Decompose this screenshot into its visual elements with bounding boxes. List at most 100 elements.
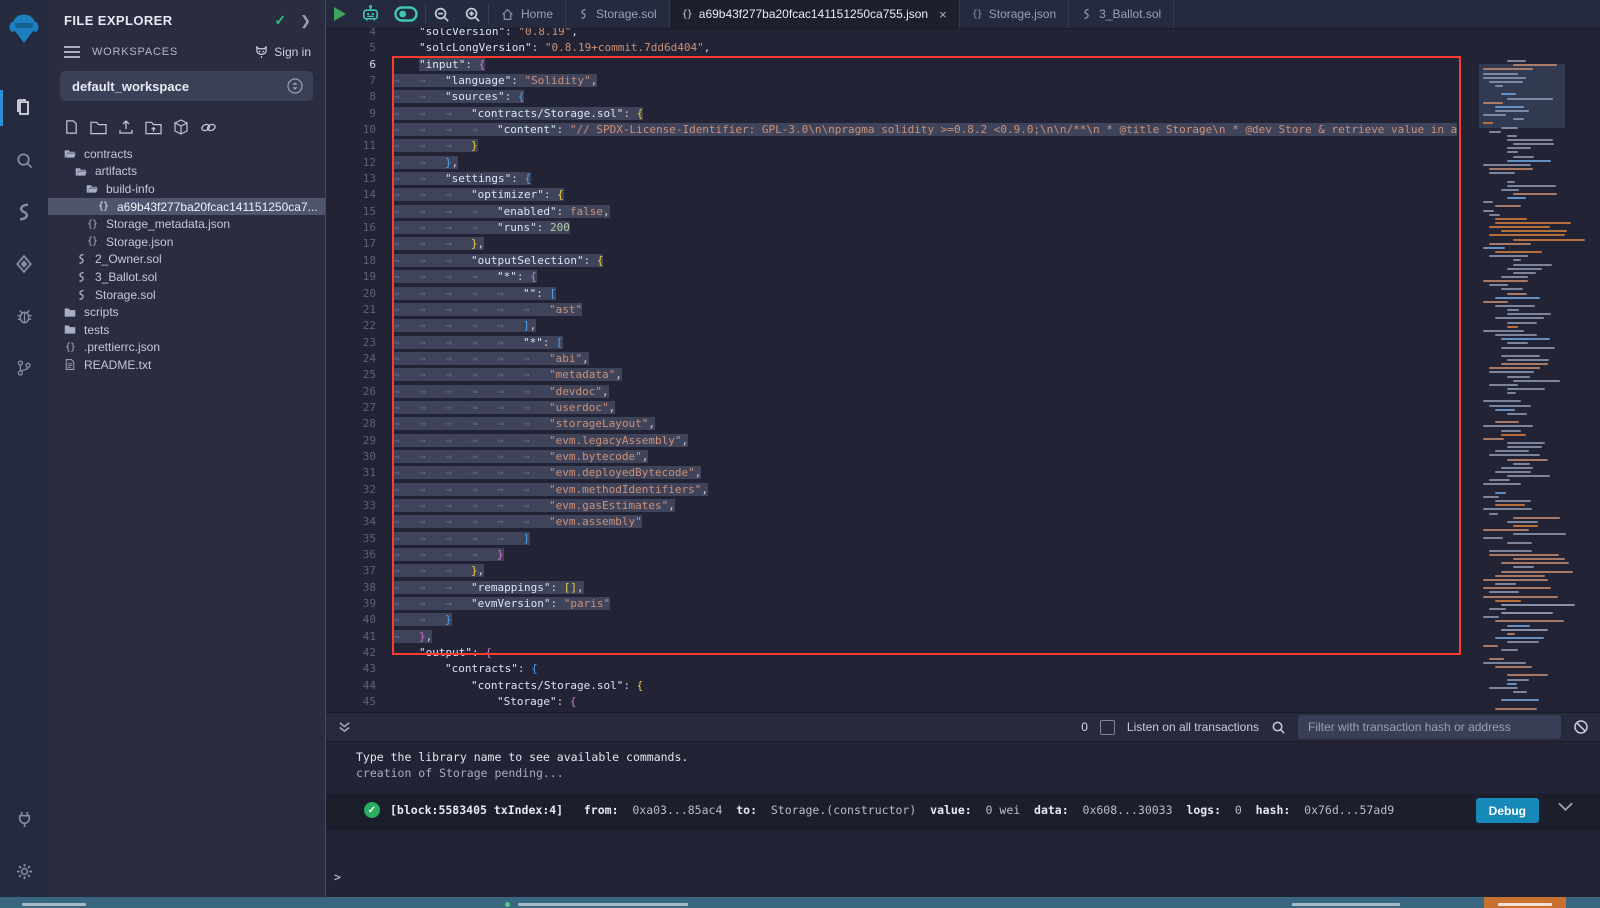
remix-ai-icon[interactable] [354, 0, 387, 28]
listen-transactions-checkbox[interactable] [1100, 720, 1115, 735]
debug-button[interactable]: Debug [1476, 798, 1539, 823]
workspaces-menu-icon[interactable] [64, 46, 80, 58]
file-tree: contractsartifactsbuild-info{}a69b43f277… [48, 145, 325, 374]
code-line-17: 17→→→}, [326, 236, 1479, 252]
tree-item-3-ballot-sol[interactable]: 3_Ballot.sol [48, 268, 325, 286]
ai-copilot-toggle[interactable] [387, 0, 425, 28]
code-line-13: 13→→"settings": { [326, 171, 1479, 187]
zoom-in-icon[interactable] [457, 0, 488, 28]
file-icon [62, 358, 78, 371]
close-tab-icon[interactable]: × [939, 7, 947, 22]
tree-item-artifacts[interactable]: artifacts [48, 163, 325, 181]
panel-expand-icon[interactable]: ❯ [300, 13, 311, 29]
json-icon: {} [682, 9, 692, 20]
listen-transactions-label[interactable]: Listen on all transactions [1127, 720, 1259, 734]
git-icon[interactable] [0, 342, 48, 394]
terminal-prompt[interactable]: > [334, 870, 341, 884]
tree-item-tests[interactable]: tests [48, 321, 325, 339]
tab-a69b43f277ba20fcac141151250ca755-json[interactable]: {}a69b43f277ba20fcac141151250ca755.json× [670, 0, 960, 28]
transaction-log-row[interactable]: ✓ [block:5583405 txIndex:4] from: 0xa03.… [364, 802, 1394, 818]
statusbar-item [1292, 903, 1400, 906]
tree-item-label: a69b43f277ba20fcac141151250ca7... [117, 200, 318, 214]
search-icon[interactable] [0, 134, 48, 186]
code-line-9: 9→→→"contracts/Storage.sol": { [326, 106, 1479, 122]
workspace-select[interactable]: default_workspace [60, 71, 313, 101]
deploy-and-run-icon[interactable] [0, 238, 48, 290]
terminal-collapse-icon[interactable] [338, 721, 351, 734]
terminal-panel: 0 Listen on all transactions Type the li… [326, 712, 1600, 898]
code-line-5: 5"solcLongVersion": "0.8.19+commit.7dd6d… [326, 40, 1479, 56]
debugger-icon[interactable] [0, 290, 48, 342]
solidity-compiler-icon[interactable] [0, 186, 48, 238]
tree-item-storage-metadata-json[interactable]: {}Storage_metadata.json [48, 215, 325, 233]
sol-icon [1081, 8, 1092, 20]
upload-file-icon[interactable] [118, 119, 134, 135]
sol-icon [73, 271, 89, 283]
sol-icon [578, 8, 589, 20]
tab-3-ballot-sol[interactable]: 3_Ballot.sol [1069, 0, 1174, 28]
transaction-count-badge: 0 [1081, 720, 1088, 734]
ipfs-box-icon[interactable] [173, 119, 189, 135]
tree-item-label: 2_Owner.sol [95, 252, 162, 266]
folderOpen-icon [62, 147, 78, 160]
terminal-line: creation of Storage pending... [356, 766, 564, 780]
panel-title: FILE EXPLORER [64, 13, 274, 28]
code-line-10: 10→→→→"content": "// SPDX-License-Identi… [326, 122, 1479, 138]
tree-item-scripts[interactable]: scripts [48, 303, 325, 321]
code-line-20: 20→→→→→"": [ [326, 286, 1479, 302]
tx-expand-chevron-icon[interactable] [1558, 802, 1573, 812]
tree-item-storage-sol[interactable]: Storage.sol [48, 286, 325, 304]
sign-in-button[interactable]: Sign in [254, 45, 311, 59]
file-explorer-icon[interactable] [0, 82, 48, 134]
upload-folder-icon[interactable] [145, 119, 162, 135]
terminal-line: Type the library name to see available c… [356, 750, 688, 764]
tree-item-storage-json[interactable]: {} Storage.json [48, 233, 325, 251]
status-bar [0, 897, 1600, 908]
tab-home[interactable]: Home [489, 0, 566, 28]
tree-item-readme-txt[interactable]: README.txt [48, 356, 325, 374]
tree-item-contracts[interactable]: contracts [48, 145, 325, 163]
tree-item--prettierrc-json[interactable]: {}.prettierrc.json [48, 339, 325, 357]
code-line-38: 38→→→"remappings": [], [326, 580, 1479, 596]
code-line-29: 29→→→→→→"evm.legacyAssembly", [326, 433, 1479, 449]
remix-logo-icon[interactable] [0, 0, 48, 56]
tree-item-label: scripts [84, 305, 119, 319]
transaction-filter-input[interactable] [1298, 715, 1561, 739]
code-line-8: 8→→"sources": { [326, 89, 1479, 105]
tx-summary: [block:5583405 txIndex:4] from: 0xa03...… [390, 803, 1394, 817]
code-line-11: 11→→→} [326, 138, 1479, 154]
run-script-icon[interactable] [326, 0, 354, 28]
settings-gear-icon[interactable] [0, 845, 48, 897]
json-icon: {} [972, 9, 982, 20]
tree-item-2-owner-sol[interactable]: 2_Owner.sol [48, 251, 325, 269]
terminal-search-icon[interactable] [1271, 720, 1286, 735]
zoom-out-icon[interactable] [426, 0, 457, 28]
folder-icon [62, 323, 78, 336]
plugin-manager-icon[interactable] [0, 793, 48, 845]
statusbar-alert-segment[interactable] [1484, 897, 1566, 908]
code-line-22: 22→→→→→], [326, 318, 1479, 334]
code-line-30: 30→→→→→→"evm.bytecode", [326, 449, 1479, 465]
home-icon [501, 8, 514, 21]
code-line-24: 24→→→→→→"abi", [326, 351, 1479, 367]
tab-storage-json[interactable]: {}Storage.json [960, 0, 1069, 28]
tab-label: 3_Ballot.sol [1099, 7, 1161, 21]
new-file-icon[interactable] [64, 119, 79, 135]
activity-bar [0, 0, 49, 897]
link-icon[interactable] [200, 119, 217, 135]
tab-storage-sol[interactable]: Storage.sol [566, 0, 670, 28]
tree-item-a69b43f277ba20fcac141151250ca7-[interactable]: {}a69b43f277ba20fcac141151250ca7... [48, 198, 325, 216]
code-line-41: 41→}, [326, 629, 1479, 645]
json-icon: {} [84, 236, 100, 247]
minimap[interactable] [1479, 56, 1565, 712]
folderOpen-icon [73, 165, 89, 178]
clear-console-icon[interactable] [1573, 719, 1589, 735]
tree-item-label: Storage.json [106, 235, 173, 249]
tree-item-label: Storage.sol [95, 288, 156, 302]
new-folder-icon[interactable] [90, 119, 107, 135]
tree-item-build-info[interactable]: build-info [48, 180, 325, 198]
code-editor[interactable]: 4"solcVersion": "0.8.19",5"solcLongVersi… [326, 28, 1600, 712]
statusbar-status-dot [505, 902, 510, 907]
editor-area: HomeStorage.sol{}a69b43f277ba20fcac14115… [325, 0, 1600, 897]
code-line-44: 44"contracts/Storage.sol": { [326, 678, 1479, 694]
